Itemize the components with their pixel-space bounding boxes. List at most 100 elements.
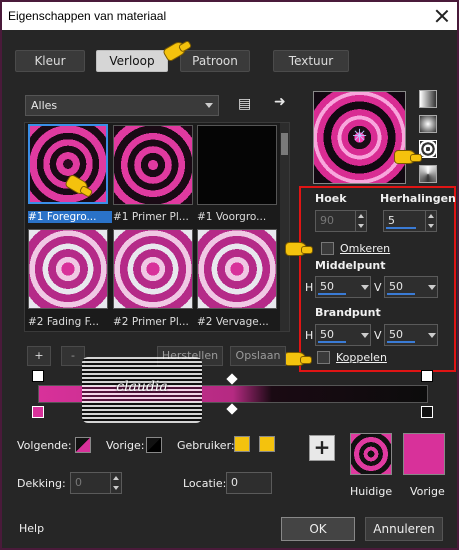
link-checkbox[interactable] (317, 351, 330, 364)
center-v-label: V (374, 281, 382, 294)
center-v-input[interactable]: 50 (384, 276, 438, 298)
tab-verloop[interactable]: Verloop (96, 50, 168, 72)
focal-v-slider[interactable] (387, 341, 415, 343)
opacity-value: 0 (75, 476, 82, 489)
pointer-hand-icon (394, 150, 422, 164)
library-icon[interactable]: ▤ (238, 96, 251, 112)
focal-h-value: 50 (320, 328, 334, 341)
gradient-swatch-5[interactable] (113, 229, 193, 309)
location-input[interactable]: 0 (226, 472, 272, 494)
user-color-swatch[interactable] (234, 436, 250, 452)
repeats-label: Herhalingen (380, 192, 456, 205)
repeats-input[interactable]: 5 (383, 210, 437, 232)
scrollbar-thumb[interactable] (281, 133, 288, 155)
add-stop-button[interactable]: + (27, 346, 51, 366)
gradient-swatch-2[interactable] (113, 125, 193, 205)
center-v-dropdown-icon[interactable] (427, 277, 437, 297)
center-h-input[interactable]: 50 (315, 276, 371, 298)
center-v-value: 50 (389, 280, 403, 293)
current-label: Huidige (350, 485, 393, 498)
pointer-hand-icon (284, 352, 312, 366)
angle-spinner (355, 211, 366, 231)
focal-v-value: 50 (389, 328, 403, 341)
gradient-swatch-4[interactable] (28, 229, 108, 309)
focal-label: Brandpunt (315, 306, 381, 319)
location-value: 0 (231, 476, 238, 489)
focal-v-label: V (374, 329, 382, 342)
watermark-text: claudia (116, 379, 168, 395)
user-color-swatch-2[interactable] (259, 436, 275, 452)
rectangular-style-button[interactable] (419, 115, 437, 133)
gradient-swatch-3[interactable] (197, 125, 277, 205)
gradient-label-5[interactable]: #2 Primer Pl... (113, 316, 197, 328)
center-point-icon[interactable]: ✳ (352, 126, 367, 147)
current-material-swatch[interactable] (350, 433, 392, 475)
pointer-hand-icon (285, 242, 313, 256)
ok-button[interactable]: OK (281, 517, 355, 541)
gradient-label-3[interactable]: #1 Voorgro... (197, 211, 281, 223)
cancel-button[interactable]: Annuleren (365, 517, 443, 541)
focal-v-input[interactable]: 50 (384, 324, 438, 346)
invert-label[interactable]: Omkeren (340, 242, 390, 255)
opacity-label: Dekking: (17, 477, 66, 490)
opacity-midpoint[interactable] (226, 373, 238, 385)
gradient-swatch-1[interactable] (28, 124, 108, 204)
angle-input: 90 (315, 210, 367, 232)
title-bar: Eigenschappen van materiaal (2, 2, 457, 30)
tab-patroon[interactable]: Patroon (180, 50, 250, 72)
previous-label: Vorige: (106, 439, 145, 452)
user-label: Gebruiker: (177, 439, 235, 452)
gradient-label-4[interactable]: #2 Fading F... (28, 316, 112, 328)
angle-value: 90 (320, 214, 334, 227)
sunburst-style-button[interactable] (419, 165, 437, 183)
opacity-input: 0 (70, 472, 122, 494)
focal-h-dropdown-icon[interactable] (360, 325, 370, 345)
repeats-value: 5 (388, 214, 395, 227)
gradient-swatch-6[interactable] (197, 229, 277, 309)
material-properties-dialog: Eigenschappen van materiaal Kleur Verloo… (0, 0, 459, 550)
window-title: Eigenschappen van materiaal (8, 9, 167, 23)
color-stop-right[interactable] (421, 406, 433, 418)
plus-icon[interactable]: + (309, 435, 335, 461)
center-v-slider[interactable] (387, 293, 415, 295)
link-label[interactable]: Koppelen (336, 351, 387, 364)
opacity-stop-left[interactable] (32, 370, 44, 382)
center-h-dropdown-icon[interactable] (360, 277, 370, 297)
gradient-grid: #1 Foregro... #1 Primer Pl... #1 Voorgro… (24, 122, 290, 332)
tab-kleur[interactable]: Kleur (15, 50, 85, 72)
save-button[interactable]: Opslaan (230, 346, 286, 366)
follow-color-swatch[interactable] (75, 437, 91, 453)
color-stop-left[interactable] (32, 406, 44, 418)
help-button[interactable]: Help (19, 522, 44, 535)
focal-v-dropdown-icon[interactable] (427, 325, 437, 345)
gradient-label-6[interactable]: #2 Vervage... (197, 316, 281, 328)
category-select[interactable]: Alles (25, 95, 219, 116)
gradient-label-1[interactable]: #1 Foregro... (28, 211, 112, 223)
gradient-preview[interactable]: ✳ (313, 91, 406, 184)
gradient-scrollbar[interactable] (280, 123, 289, 331)
opacity-spinner (110, 473, 121, 493)
tab-textuur[interactable]: Textuur (273, 50, 349, 72)
repeats-spinner[interactable] (425, 211, 436, 231)
center-h-slider[interactable] (318, 293, 346, 295)
gradient-label-2[interactable]: #1 Primer Pl... (113, 211, 197, 223)
linear-style-button[interactable] (419, 90, 437, 108)
center-h-value: 50 (320, 280, 334, 293)
repeats-slider[interactable] (386, 227, 416, 229)
close-icon[interactable] (433, 7, 451, 25)
follow-label: Volgende: (17, 439, 72, 452)
center-h-label: H (305, 281, 314, 294)
previous-material-label: Vorige (410, 485, 445, 498)
category-select-value: Alles (31, 99, 58, 112)
previous-color-swatch[interactable] (146, 437, 162, 453)
color-midpoint[interactable] (226, 403, 238, 415)
focal-h-input[interactable]: 50 (315, 324, 371, 346)
arrow-right-icon[interactable]: ➜ (274, 94, 286, 110)
opacity-stop-right[interactable] (421, 370, 433, 382)
previous-material-swatch[interactable] (403, 433, 445, 475)
focal-h-label: H (305, 329, 314, 342)
location-label: Locatie: (183, 477, 227, 490)
focal-h-slider[interactable] (318, 341, 346, 343)
invert-checkbox[interactable] (321, 242, 334, 255)
watermark-logo: claudia (82, 357, 202, 423)
